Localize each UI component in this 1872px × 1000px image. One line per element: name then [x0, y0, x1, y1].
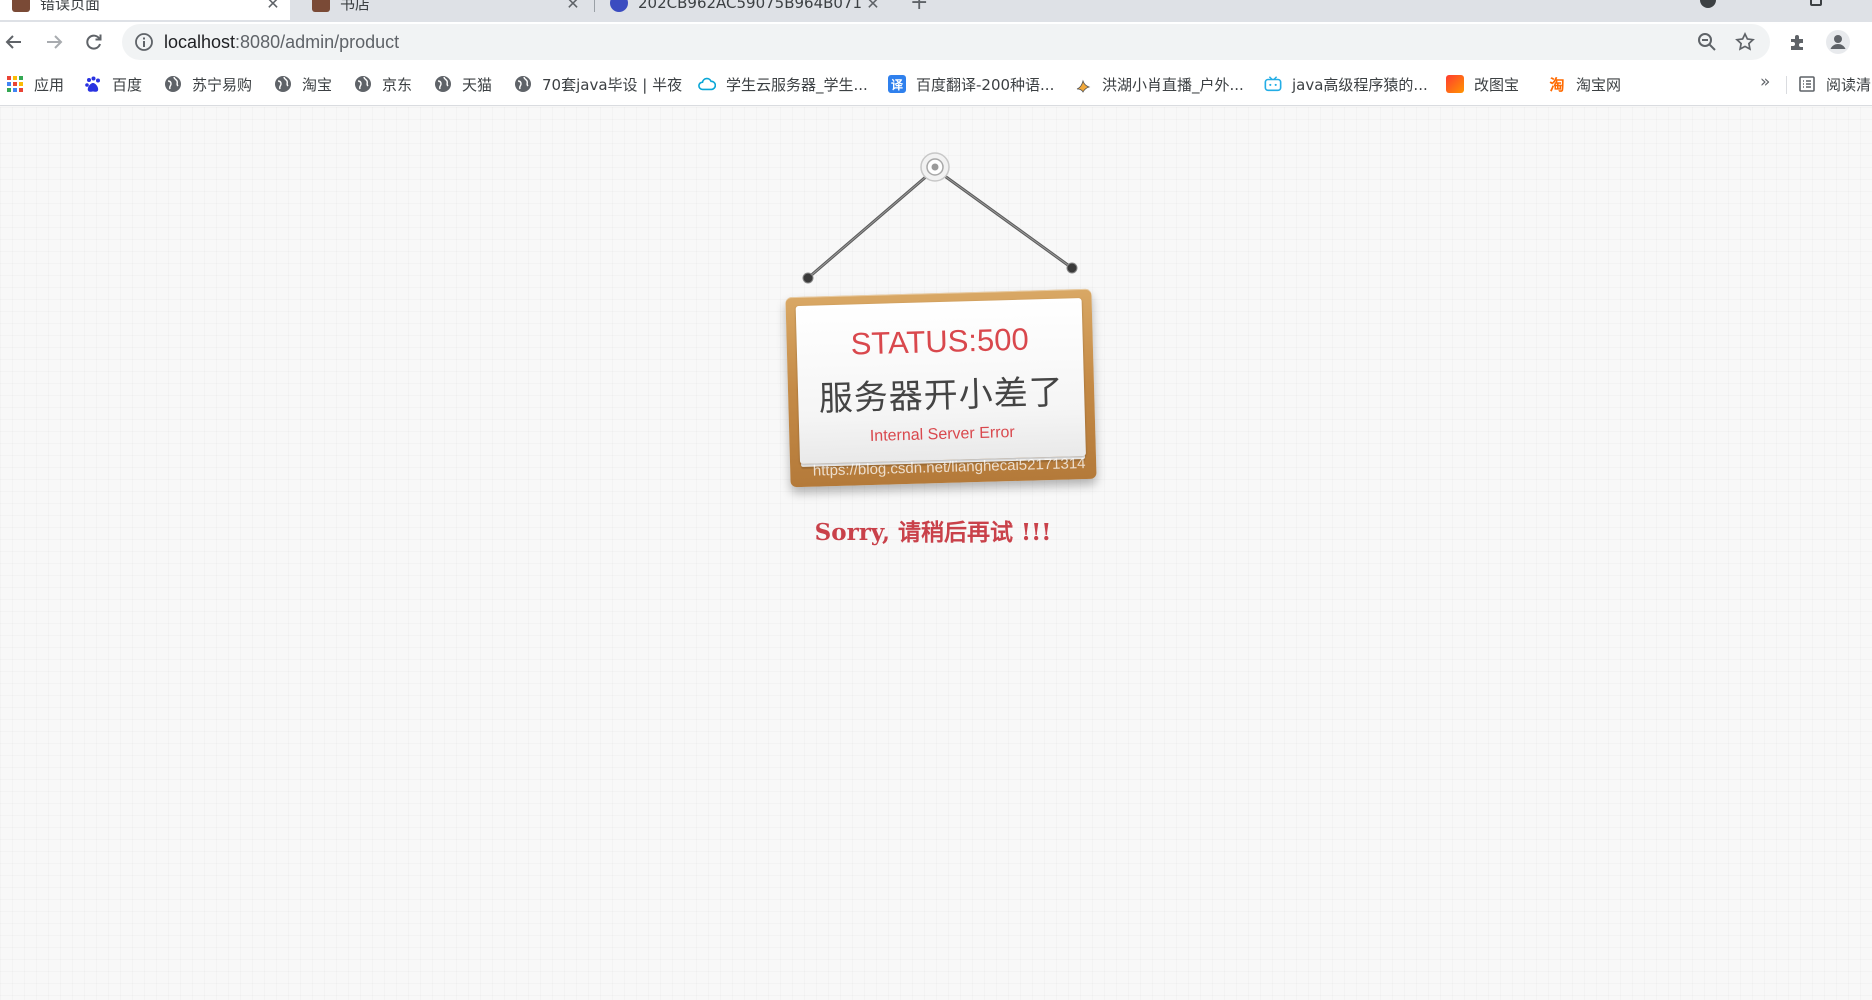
bookmark-java-senior[interactable]: java高级程序猿的... [1264, 72, 1428, 96]
bookmark-baidu-translate[interactable]: 译 百度翻译-200种语... [888, 72, 1054, 96]
profile-avatar-icon[interactable] [1826, 30, 1850, 54]
bookmark-apps[interactable]: 应用 [6, 72, 64, 96]
page-content: STATUS:500 服务器开小差了 Internal Server Error… [0, 107, 1872, 1000]
reading-list-label: 阅读清 [1826, 75, 1872, 94]
bookmark-label: 淘宝 [302, 75, 333, 94]
bookmark-jd[interactable]: 京东 [354, 72, 412, 96]
tab-title: 202CB962AC59075B964B0715 [638, 0, 862, 12]
page-favicon-icon [312, 0, 330, 12]
bookmark-label: 70套java毕设 | 半夜 [542, 75, 683, 94]
bookmark-label: 天猫 [462, 75, 493, 94]
bookmark-star-icon[interactable] [1734, 31, 1756, 53]
bookmark-label: java高级程序猿的... [1292, 75, 1428, 94]
tab-title: 书店 [340, 0, 371, 13]
status-code: STATUS:500 [850, 321, 1030, 362]
sign-pins [802, 262, 1078, 284]
globe-icon [354, 75, 372, 93]
bookmark-label: 淘宝网 [1576, 75, 1622, 94]
tab-title: 错误页面 [40, 0, 101, 13]
bookmark-label: 百度翻译-200种语... [916, 75, 1055, 94]
globe-icon [514, 75, 532, 93]
arrow-left-icon [5, 35, 21, 49]
reading-list-button[interactable]: 阅读清 [1798, 72, 1871, 96]
site-info-icon[interactable] [134, 32, 154, 56]
bookmark-taobao-net[interactable]: 淘 淘宝网 [1548, 72, 1621, 96]
bookmark-label: 京东 [382, 75, 413, 94]
window-restore-icon[interactable] [1810, 0, 1822, 6]
bookmark-label: 苏宁易购 [192, 75, 253, 94]
bookmark-label: 改图宝 [1474, 75, 1520, 94]
new-tab-icon[interactable]: + [910, 0, 928, 15]
error-message-cn: 服务器开小差了 [818, 372, 1065, 420]
cloud-icon [698, 75, 716, 93]
bookmark-suning[interactable]: 苏宁易购 [164, 72, 252, 96]
globe-icon [164, 75, 182, 93]
gaitubao-icon [1446, 75, 1464, 93]
page-favicon-icon [12, 0, 30, 12]
bookmarks-overflow-chevron-icon[interactable]: » [1760, 72, 1770, 92]
profile-menu-icon[interactable] [1700, 0, 1716, 8]
url-path: :8080/admin/product [235, 32, 400, 52]
back-button[interactable] [0, 28, 28, 56]
bookmark-student-cloud[interactable]: 学生云服务器_学生... [698, 72, 868, 96]
translate-icon: 译 [888, 75, 906, 93]
bookmark-tmall[interactable]: 天猫 [434, 72, 492, 96]
bookmark-java-projects[interactable]: 70套java毕设 | 半夜 [514, 72, 682, 96]
bookmark-label: 百度 [112, 75, 143, 94]
extensions-puzzle-icon[interactable] [1786, 30, 1810, 54]
close-tab-icon[interactable]: ✕ [562, 0, 584, 13]
tab-hash-page[interactable]: 202CB962AC59075B964B0715 ✕ [598, 0, 890, 20]
tab-error-page[interactable]: 错误页面 ✕ [0, 0, 290, 20]
tab-separator [594, 0, 595, 12]
bookmark-honghu-live[interactable]: 洪湖小肖直播_户外... [1074, 72, 1244, 96]
globe-icon [434, 75, 452, 93]
bookmark-label: 学生云服务器_学生... [726, 75, 868, 94]
bookmark-label: 应用 [34, 75, 65, 94]
url-host: localhost [164, 32, 236, 52]
bilibili-tv-icon [1264, 75, 1282, 93]
url-text: localhost:8080/admin/product [164, 32, 399, 53]
close-tab-icon[interactable]: ✕ [862, 0, 884, 13]
bookmark-baidu[interactable]: 百度 [84, 72, 142, 96]
reload-button[interactable] [80, 28, 108, 56]
pin-left-icon [802, 272, 814, 284]
bird-icon [1074, 75, 1092, 93]
address-bar[interactable]: localhost:8080/admin/product [122, 24, 1770, 60]
sorry-retry-text: Sorry, 请稍后再试 !!! [814, 519, 1052, 546]
arrow-right-icon [47, 35, 63, 49]
error-sign: STATUS:500 服务器开小差了 Internal Server Error… [780, 145, 1100, 565]
tab-bookstore[interactable]: 书店 ✕ [300, 0, 590, 20]
bookmarks-divider [1786, 76, 1787, 94]
bookmark-label: 洪湖小肖直播_户外... [1102, 75, 1244, 94]
browser-toolbar: localhost:8080/admin/product [0, 22, 1872, 62]
apps-grid-icon [6, 75, 24, 93]
reload-icon [86, 34, 102, 50]
taobao-icon: 淘 [1549, 75, 1565, 94]
bookmarks-bar: 应用 百度 苏宁易购 淘宝 京东 天猫 70套java毕设 | 半夜 学生云服务… [0, 62, 1872, 106]
reading-list-icon [1798, 75, 1816, 93]
zoom-icon[interactable] [1696, 31, 1718, 53]
close-tab-icon[interactable]: ✕ [262, 0, 284, 13]
page-favicon-icon [610, 0, 628, 12]
bookmark-gaitubao[interactable]: 改图宝 [1446, 72, 1519, 96]
pin-right-icon [1066, 262, 1078, 274]
forward-button[interactable] [40, 28, 68, 56]
error-message-en: Internal Server Error [869, 423, 1015, 446]
globe-icon [274, 75, 292, 93]
bookmark-taobao[interactable]: 淘宝 [274, 72, 332, 96]
baidu-paw-icon [84, 75, 102, 93]
tab-strip: 错误页面 ✕ 书店 ✕ 202CB962AC59075B964B0715 ✕ + [0, 0, 1872, 22]
